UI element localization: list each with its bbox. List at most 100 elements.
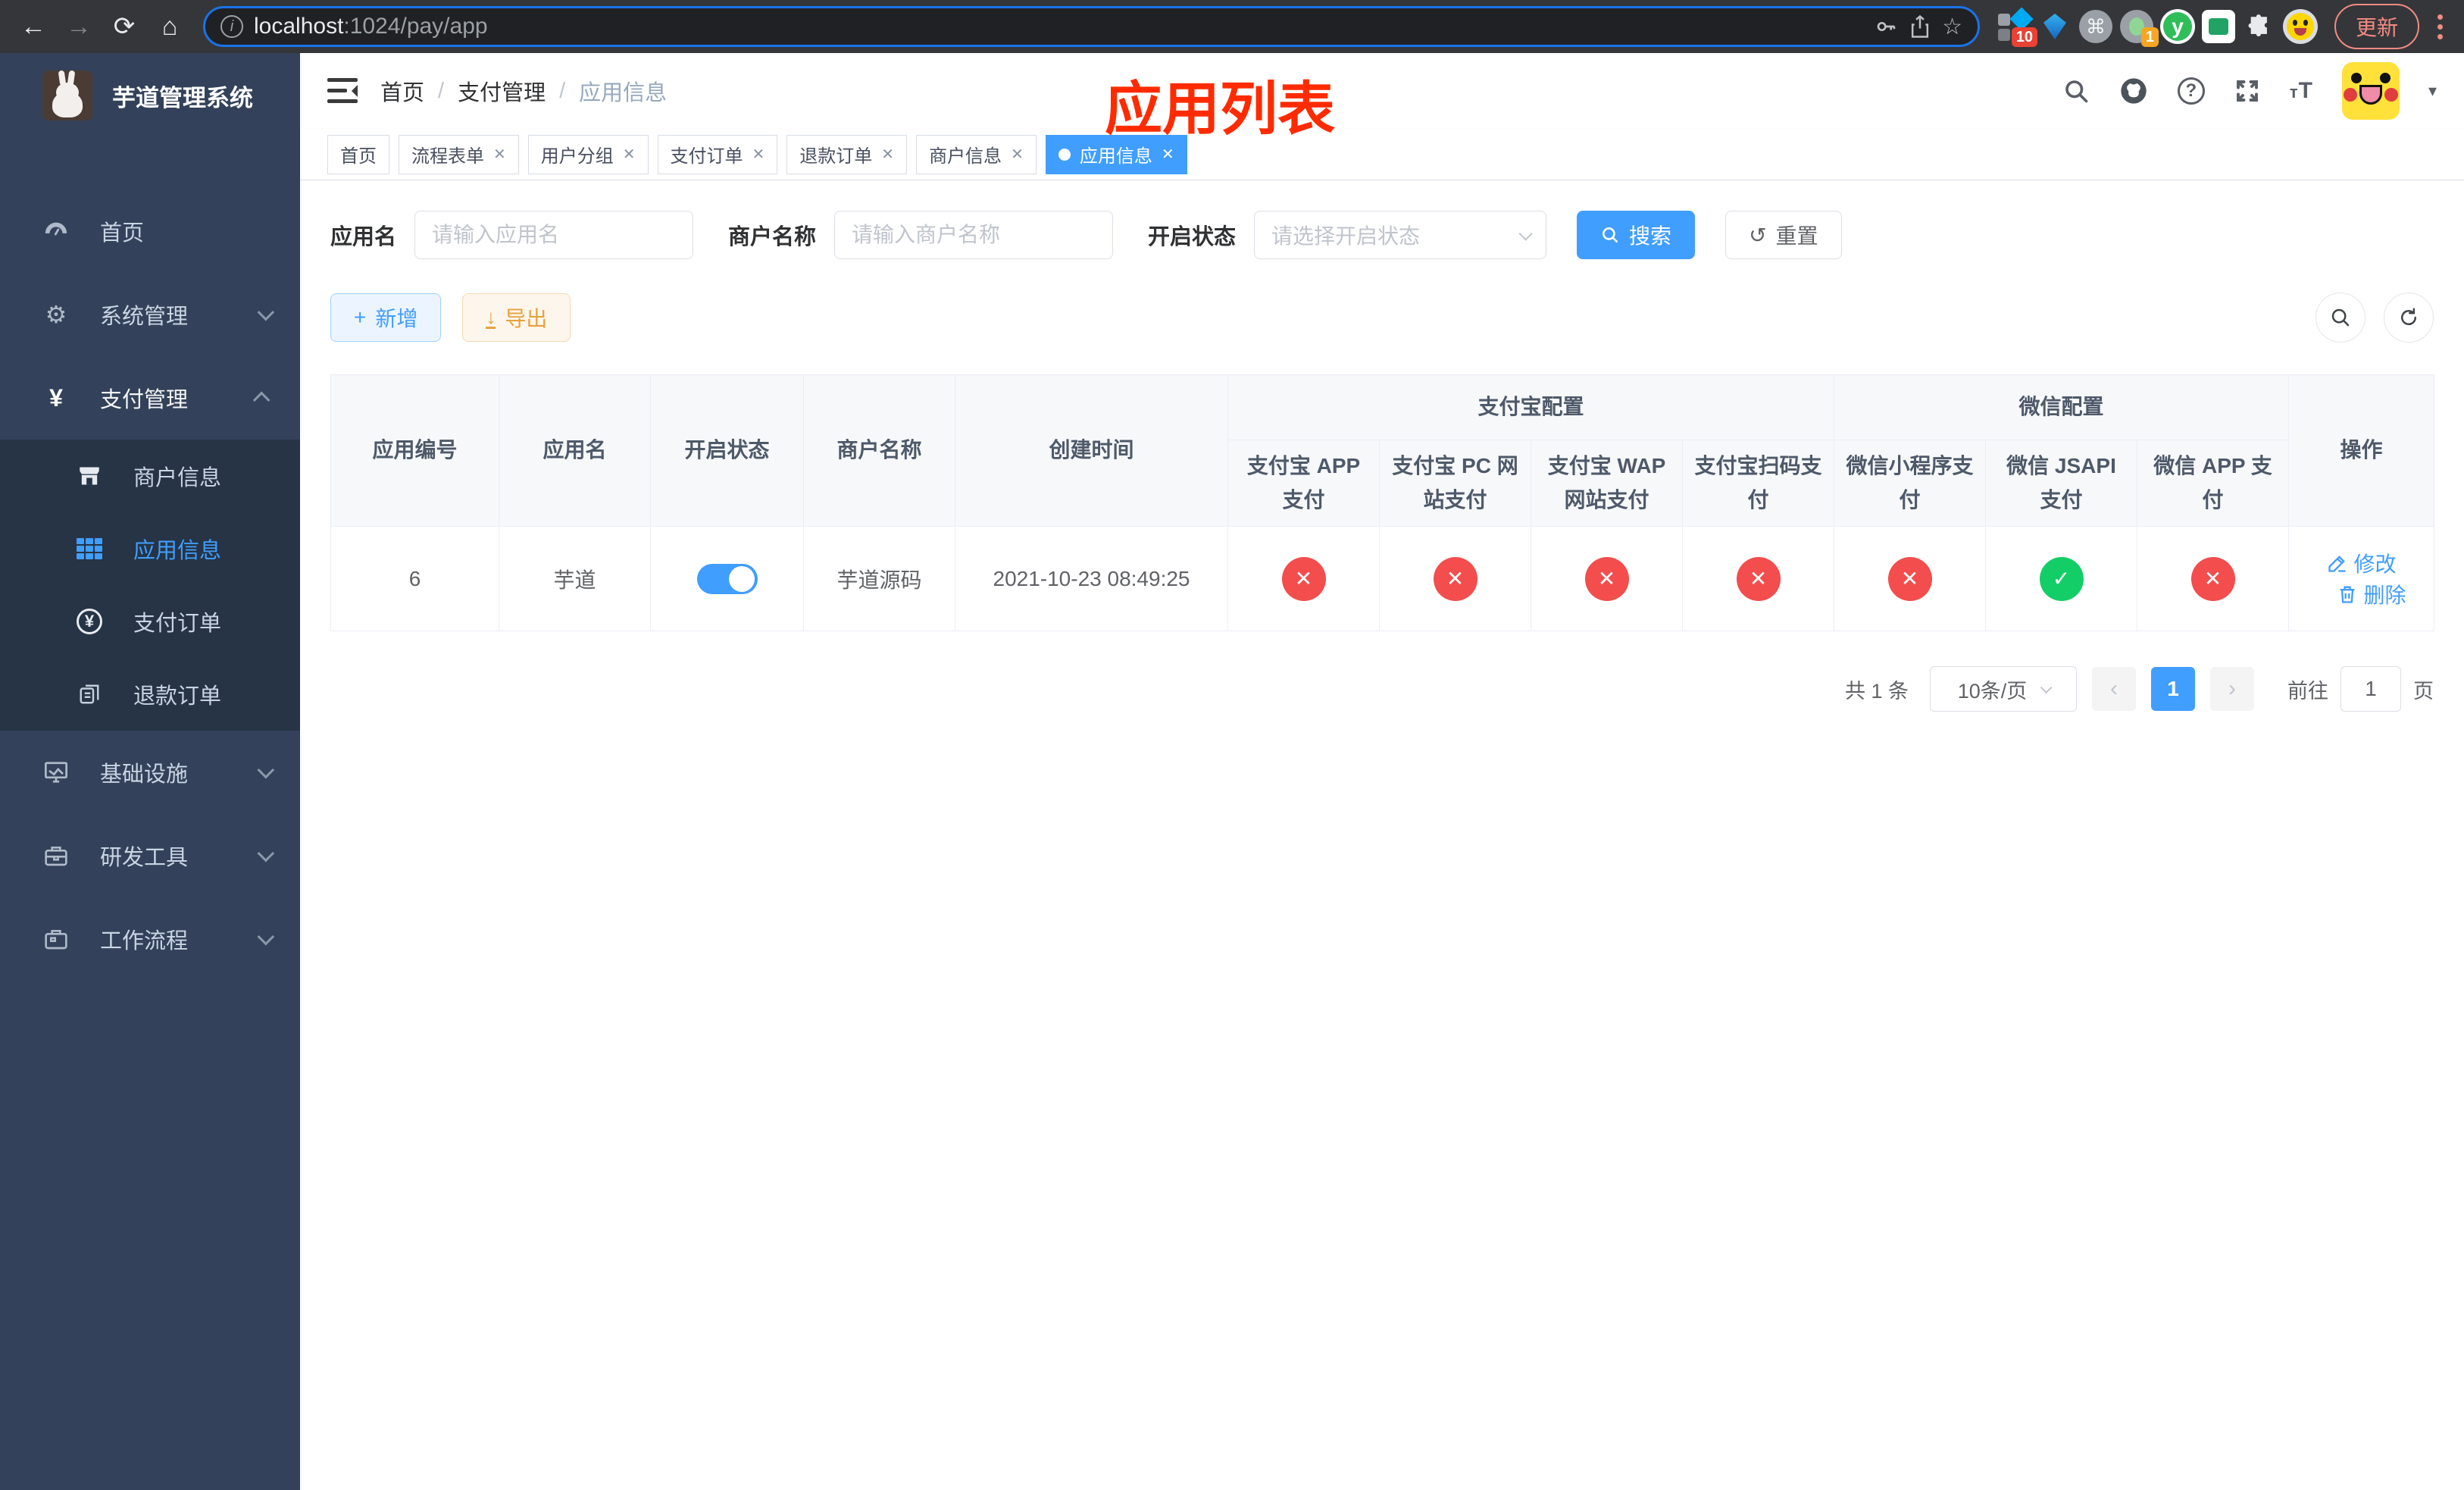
close-tab-icon[interactable]: ✕ bbox=[881, 145, 894, 164]
app-logo-row[interactable]: 芋道管理系统 bbox=[0, 53, 300, 138]
tab-process-form[interactable]: 流程表单 ✕ bbox=[399, 134, 519, 174]
dashboard-icon bbox=[42, 220, 70, 243]
sidebar-collapse-icon[interactable] bbox=[327, 78, 358, 104]
alipay-app-status-icon: ✕ bbox=[1281, 556, 1326, 601]
browser-menu-icon[interactable] bbox=[2430, 14, 2450, 39]
tab-pay-order[interactable]: 支付订单 ✕ bbox=[657, 134, 778, 174]
tab-app-info[interactable]: 应用信息 ✕ bbox=[1045, 134, 1187, 174]
app-name-input[interactable] bbox=[414, 211, 694, 259]
goto-page-input[interactable] bbox=[2340, 666, 2401, 712]
sidebar-item-payment[interactable]: ¥ 支付管理 bbox=[0, 356, 300, 440]
extension-recorder-icon[interactable]: 1 bbox=[2119, 9, 2159, 47]
extension-smiley-icon[interactable] bbox=[2282, 9, 2318, 44]
browser-back-button[interactable]: ← bbox=[14, 7, 53, 46]
browser-update-button[interactable]: 更新 bbox=[2334, 4, 2419, 49]
browser-home-button[interactable]: ⌂ bbox=[150, 7, 189, 46]
tab-refund-order[interactable]: 退款订单 ✕ bbox=[786, 134, 908, 174]
close-tab-icon[interactable]: ✕ bbox=[623, 145, 636, 164]
app-title: 芋道管理系统 bbox=[112, 84, 253, 111]
font-size-icon[interactable]: тT bbox=[2290, 78, 2313, 104]
fullscreen-icon[interactable] bbox=[2234, 77, 2261, 105]
pencil-icon bbox=[2327, 552, 2348, 574]
reset-button[interactable]: ↺ 重置 bbox=[1725, 211, 1842, 259]
cell-actions: 修改 删除 bbox=[2288, 526, 2435, 631]
refresh-table-button[interactable] bbox=[2384, 293, 2434, 343]
breadcrumb-payment[interactable]: 支付管理 bbox=[458, 75, 546, 107]
help-icon[interactable]: ? bbox=[2177, 77, 2205, 105]
breadcrumb: 首页 / 支付管理 / 应用信息 bbox=[380, 75, 667, 107]
plus-icon: + bbox=[354, 305, 367, 329]
extension-tasks-icon[interactable]: 10 bbox=[1997, 7, 2037, 47]
status-select[interactable]: 请选择开启状态 bbox=[1254, 211, 1547, 259]
merchant-name-label: 商户名称 bbox=[728, 225, 817, 249]
delete-link[interactable]: 删除 bbox=[2337, 579, 2406, 609]
extension-command-icon[interactable]: ⌘ bbox=[2078, 9, 2113, 44]
col-alipay-app: 支付宝 APP 支付 bbox=[1227, 440, 1380, 527]
cell-app-name: 芋道 bbox=[499, 526, 651, 631]
address-bar[interactable]: i localhost:1024/pay/app ☆ bbox=[203, 6, 1980, 47]
sidebar-item-merchant-info[interactable]: 商户信息 bbox=[0, 440, 300, 512]
group-alipay-config: 支付宝配置 bbox=[1227, 374, 1835, 440]
site-info-icon[interactable]: i bbox=[220, 15, 243, 38]
pagination: 共 1 条 10条/页 ‹ 1 › 前往 页 bbox=[330, 666, 2434, 712]
page-size-select[interactable]: 10条/页 bbox=[1930, 666, 2077, 712]
url-text[interactable]: localhost:1024/pay/app bbox=[254, 14, 1863, 39]
col-created: 创建时间 bbox=[955, 374, 1228, 527]
edit-link[interactable]: 修改 bbox=[2327, 548, 2397, 578]
gear-icon: ⚙ bbox=[45, 301, 67, 328]
sidebar-item-dev-tools[interactable]: 研发工具 bbox=[0, 814, 300, 897]
extension-chat-icon[interactable] bbox=[2201, 9, 2236, 44]
add-button[interactable]: + 新增 bbox=[330, 293, 442, 342]
share-icon[interactable] bbox=[1909, 14, 1931, 39]
sidebar-item-infrastructure[interactable]: 基础设施 bbox=[0, 731, 300, 814]
close-tab-icon[interactable]: ✕ bbox=[1162, 145, 1174, 164]
status-label: 开启状态 bbox=[1148, 225, 1237, 249]
group-wechat-config: 微信配置 bbox=[1834, 374, 2290, 440]
bookmark-star-icon[interactable]: ☆ bbox=[1942, 14, 1962, 40]
extension-yudao-icon[interactable]: y bbox=[2159, 9, 2195, 44]
wechat-app-status-icon: ✕ bbox=[2190, 556, 2235, 601]
documents-icon bbox=[76, 683, 103, 706]
page-number-1[interactable]: 1 bbox=[2151, 667, 2195, 711]
browser-reload-button[interactable]: ⟳ bbox=[105, 7, 144, 46]
avatar-dropdown-caret-icon[interactable]: ▾ bbox=[2428, 81, 2437, 101]
goto-label: 前往 bbox=[2287, 679, 2328, 703]
col-alipay-pc: 支付宝 PC 网站支付 bbox=[1379, 440, 1531, 527]
close-tab-icon[interactable]: ✕ bbox=[1011, 145, 1024, 164]
table-row: 6 芋道 芋道源码 2021-10-23 08:49:25 ✕ ✕ ✕ ✕ ✕ … bbox=[330, 526, 2435, 631]
sidebar-item-workflow[interactable]: 工作流程 bbox=[0, 897, 300, 981]
breadcrumb-home[interactable]: 首页 bbox=[380, 75, 424, 107]
chevron-down-icon bbox=[2040, 681, 2053, 693]
col-actions: 操作 bbox=[2288, 374, 2435, 527]
sidebar-item-pay-order[interactable]: ¥ 支付订单 bbox=[0, 585, 300, 658]
sidebar-item-refund-order[interactable]: 退款订单 bbox=[0, 658, 300, 731]
download-icon: ↓ bbox=[486, 305, 496, 329]
sidebar-item-system[interactable]: ⚙ 系统管理 bbox=[0, 273, 300, 356]
prev-page-button[interactable]: ‹ bbox=[2092, 667, 2136, 711]
sidebar-item-home[interactable]: 首页 bbox=[0, 189, 300, 273]
tab-merchant-info[interactable]: 商户信息 ✕ bbox=[916, 134, 1037, 174]
chevron-down-icon bbox=[1518, 226, 1533, 241]
show-search-toggle-button[interactable] bbox=[2315, 293, 2366, 343]
merchant-name-input[interactable] bbox=[834, 211, 1114, 259]
tab-home[interactable]: 首页 bbox=[327, 134, 389, 174]
search-button[interactable]: 搜索 bbox=[1577, 211, 1696, 259]
password-key-icon[interactable] bbox=[1874, 14, 1898, 39]
close-tab-icon[interactable]: ✕ bbox=[493, 145, 506, 164]
tab-user-group[interactable]: 用户分组 ✕ bbox=[527, 134, 649, 174]
col-alipay-wap: 支付宝 WAP 网站支付 bbox=[1531, 440, 1683, 527]
export-button[interactable]: ↓ 导出 bbox=[462, 293, 571, 342]
col-wechat-app: 微信 APP 支付 bbox=[2137, 440, 2290, 527]
browser-forward-button[interactable]: → bbox=[59, 7, 98, 46]
github-icon[interactable] bbox=[2118, 76, 2149, 106]
enabled-toggle[interactable] bbox=[696, 563, 758, 594]
user-avatar[interactable] bbox=[2341, 62, 2400, 120]
sidebar-item-app-info[interactable]: 应用信息 bbox=[0, 512, 300, 585]
extensions-puzzle-icon[interactable] bbox=[2242, 9, 2277, 44]
app-logo bbox=[42, 70, 92, 121]
total-count: 共 1 条 bbox=[1844, 679, 1909, 703]
header-search-icon[interactable] bbox=[2062, 77, 2090, 105]
extension-gem-icon[interactable] bbox=[2037, 9, 2072, 44]
next-page-button[interactable]: › bbox=[2210, 667, 2254, 711]
close-tab-icon[interactable]: ✕ bbox=[752, 145, 765, 164]
